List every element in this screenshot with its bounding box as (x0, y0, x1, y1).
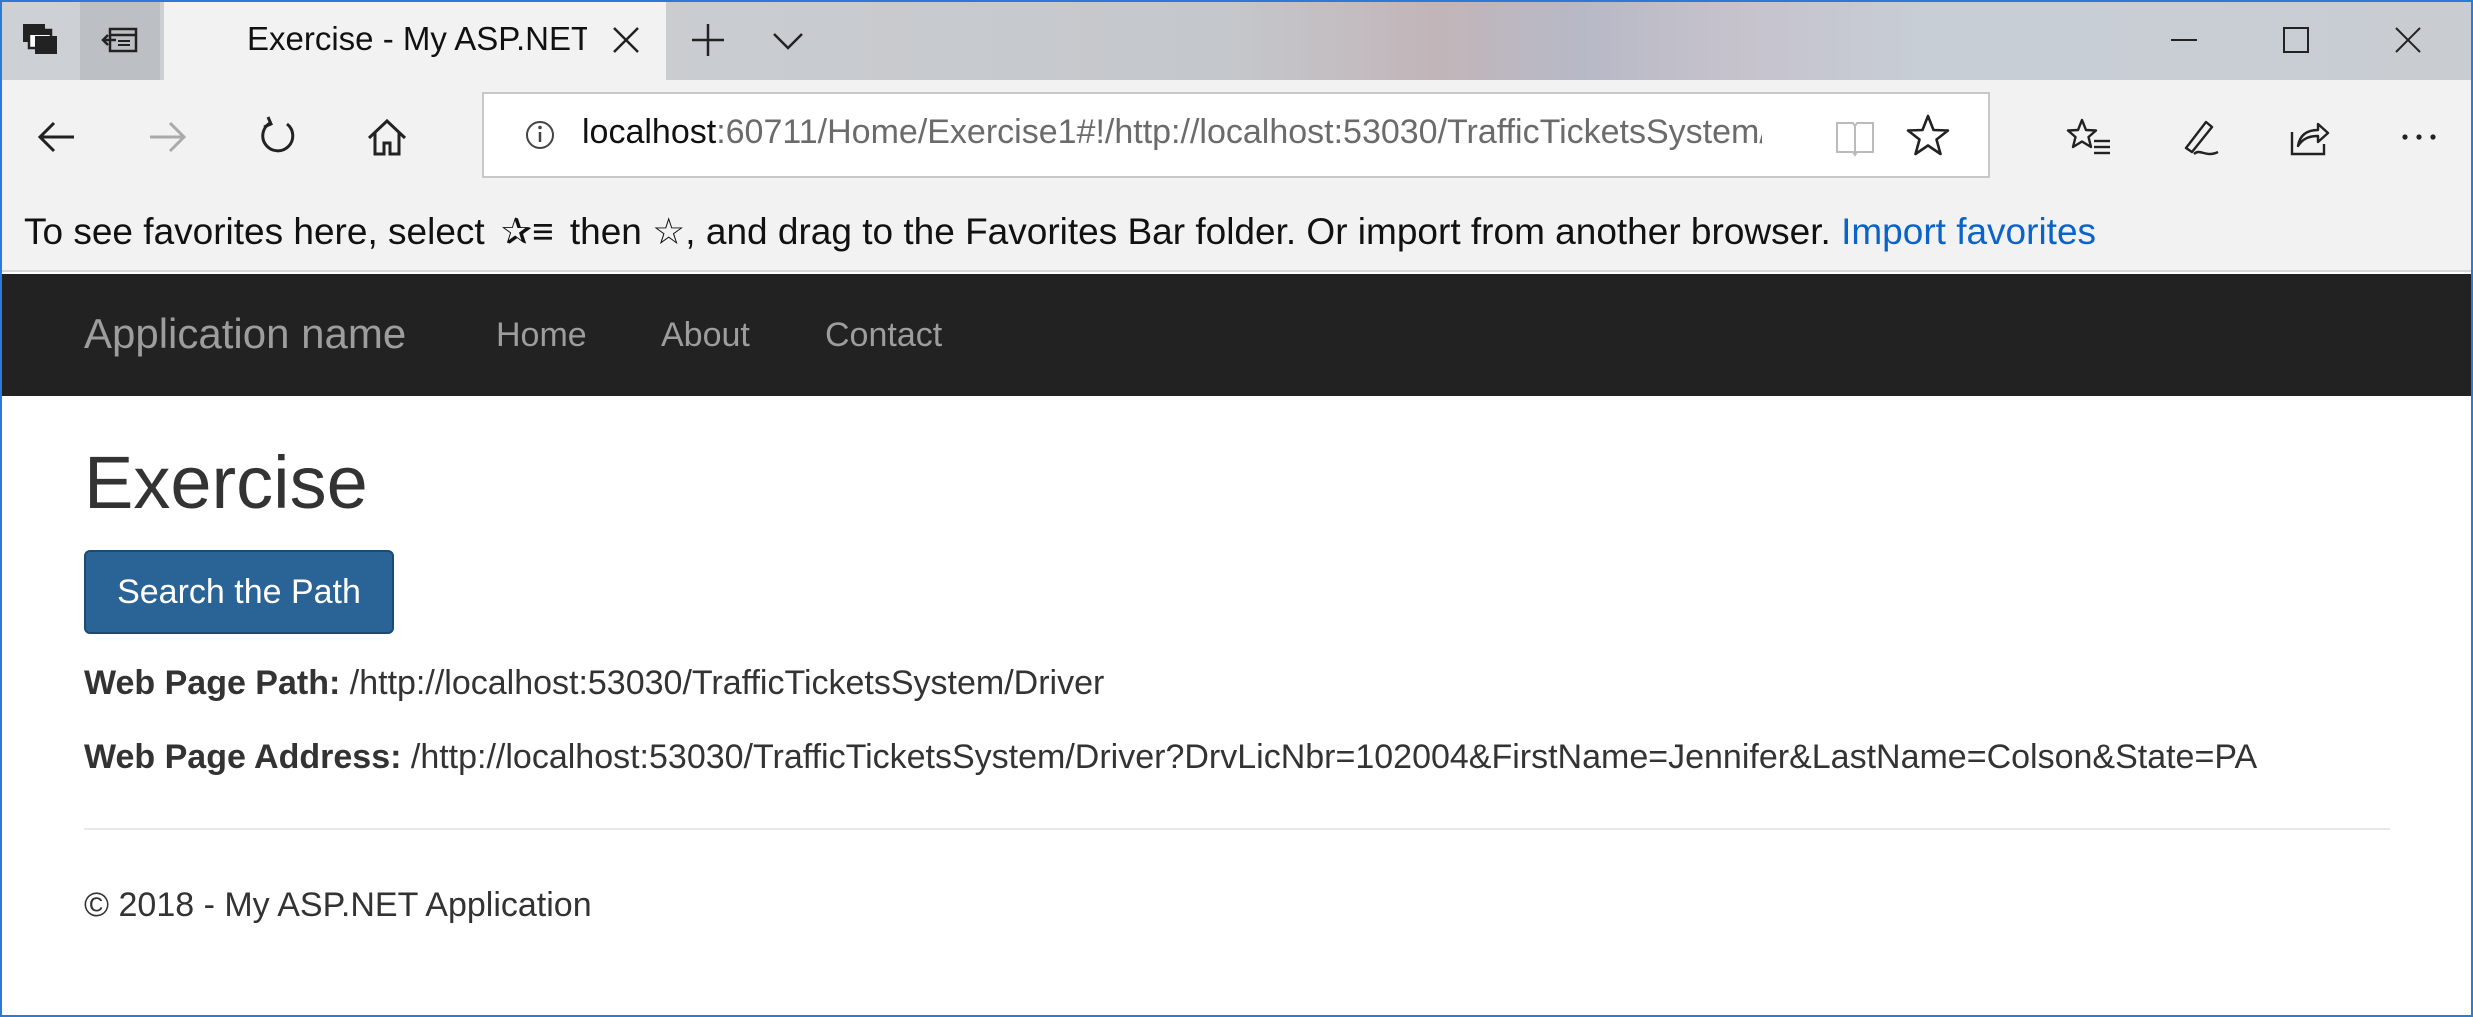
url-host: localhost (582, 113, 717, 151)
site-info-icon[interactable] (520, 115, 560, 155)
brand-link[interactable]: Application name (84, 310, 406, 358)
import-favorites-link[interactable]: Import favorites (1841, 211, 2096, 252)
tab-close-icon[interactable] (604, 18, 648, 62)
web-page-address-label: Web Page Address: (84, 738, 402, 776)
forward-arrow-icon[interactable] (136, 106, 198, 168)
set-aside-tabs-icon[interactable] (0, 0, 80, 80)
nav-about-link[interactable]: About (661, 316, 750, 355)
new-tab-icon[interactable] (668, 0, 748, 80)
web-page-path-line: Web Page Path: /http://localhost:53030/T… (84, 664, 1104, 703)
address-bar[interactable]: localhost:60711/Home/Exercise1#!/http://… (482, 92, 1990, 178)
favorites-hint: To see favorites here, select ✰≡ then ☆,… (24, 210, 2096, 253)
tab-exercise[interactable]: Exercise - My ASP.NET A (164, 0, 666, 80)
search-path-button[interactable]: Search the Path (84, 550, 394, 634)
footer-divider (84, 828, 2390, 830)
show-tabs-aside-icon[interactable] (80, 0, 160, 80)
nav-contact-link[interactable]: Contact (825, 316, 942, 355)
favorites-hub-icon[interactable] (2058, 106, 2120, 168)
close-window-icon[interactable] (2352, 0, 2464, 80)
favorites-hint-after: then ☆, and drag to the Favorites Bar fo… (569, 211, 1831, 252)
tab-preview-chevron-icon[interactable] (748, 0, 828, 80)
home-icon[interactable] (356, 106, 418, 168)
browser-navbar: localhost:60711/Home/Exercise1#!/http://… (0, 80, 2473, 192)
share-icon[interactable] (2278, 106, 2340, 168)
back-arrow-icon[interactable] (26, 106, 88, 168)
page-title: Exercise (84, 441, 368, 524)
pen-notes-icon[interactable] (2168, 106, 2230, 168)
url-text[interactable]: localhost:60711/Home/Exercise1#!/http://… (582, 113, 1762, 152)
minimize-icon[interactable] (2128, 0, 2240, 80)
favorites-bar: To see favorites here, select ✰≡ then ☆,… (0, 192, 2473, 272)
maximize-icon[interactable] (2240, 0, 2352, 80)
web-page-address-value: /http://localhost:53030/TrafficTicketsSy… (410, 738, 2258, 776)
nav-home-link[interactable]: Home (496, 316, 587, 355)
favorites-list-icon: ✰≡ (500, 211, 554, 252)
url-path: :60711/Home/Exercise1#!/http://localhost… (716, 113, 1762, 151)
reading-view-icon[interactable] (1832, 114, 1878, 160)
web-page-address-line: Web Page Address: /http://localhost:5303… (84, 738, 2257, 777)
web-page-path-label: Web Page Path: (84, 664, 341, 702)
web-page-path-value: /http://localhost:53030/TrafficTicketsSy… (349, 664, 1105, 702)
tab-title: Exercise - My ASP.NET A (247, 20, 587, 57)
add-favorite-star-icon[interactable] (1904, 112, 1952, 160)
favorites-hint-before: To see favorites here, select (24, 211, 485, 252)
refresh-icon[interactable] (246, 106, 308, 168)
site-navbar: Application name Home About Contact (0, 274, 2473, 396)
more-options-icon[interactable] (2388, 106, 2450, 168)
footer-text: © 2018 - My ASP.NET Application (84, 886, 592, 924)
title-bar: Exercise - My ASP.NET A (0, 0, 2473, 80)
